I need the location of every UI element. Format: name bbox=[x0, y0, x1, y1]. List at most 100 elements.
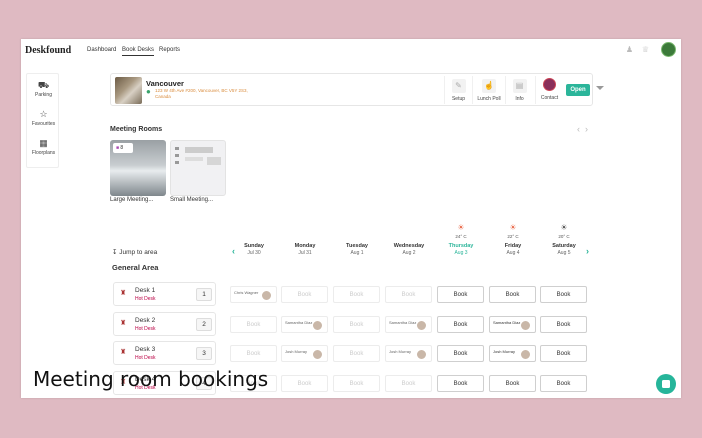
book-button[interactable]: Book bbox=[437, 286, 484, 303]
map-pin-icon: ● bbox=[146, 87, 151, 96]
booked-person: Samantha Diaz bbox=[493, 320, 521, 325]
day-name: Wednesday bbox=[393, 243, 425, 249]
booked-avatar bbox=[520, 349, 531, 360]
booked-person: Chris Wagner bbox=[234, 290, 259, 295]
jump-label: Jump to area bbox=[119, 249, 158, 256]
desk-card[interactable]: ♜ Desk 3 Hot Desk 3 bbox=[113, 341, 216, 365]
booking-cell[interactable]: Samantha Diaz bbox=[489, 316, 536, 333]
chevron-left-icon[interactable]: ‹ bbox=[577, 124, 580, 134]
weather-thursday: ☀ 24° C bbox=[435, 223, 487, 239]
desk-card[interactable]: ♜ Desk 2 Hot Desk 2 bbox=[113, 312, 216, 336]
desk-name: Desk 3 bbox=[135, 346, 156, 353]
desk-icon: ♜ bbox=[120, 290, 127, 297]
desk-icon: ♜ bbox=[120, 320, 127, 327]
chat-button[interactable] bbox=[656, 374, 676, 394]
floorplan-mark bbox=[175, 154, 179, 157]
nav-dashboard[interactable]: Dashboard bbox=[87, 47, 116, 53]
room-card-large[interactable]: ■ 8 bbox=[110, 140, 166, 196]
book-button: Book bbox=[281, 286, 328, 303]
info-button[interactable]: ▤ Info bbox=[505, 76, 533, 104]
book-button: Book bbox=[333, 286, 380, 303]
floorplan-mark bbox=[185, 147, 213, 153]
book-button[interactable]: Book bbox=[437, 345, 484, 362]
booked-person: Josh Murray bbox=[493, 349, 516, 354]
meeting-rooms-title: Meeting Rooms bbox=[110, 126, 163, 133]
weather-friday: ☀ 22° C bbox=[487, 223, 539, 239]
floorplan-mark bbox=[175, 161, 179, 164]
trophy-icon[interactable]: ♕ bbox=[641, 45, 650, 54]
pencil-icon: ✎ bbox=[451, 79, 466, 93]
sidebar-item-floorplans[interactable]: ▦ Floorplans bbox=[27, 138, 60, 156]
chevron-down-icon[interactable] bbox=[596, 86, 604, 90]
book-button[interactable]: Book bbox=[437, 316, 484, 333]
booked-avatar bbox=[312, 349, 323, 360]
book-button[interactable]: Book bbox=[540, 375, 587, 392]
sidebar-item-label: Parking bbox=[35, 92, 52, 98]
contact-label: Contact bbox=[540, 95, 559, 101]
day-header-tuesday: Tuesday Aug 1 bbox=[331, 243, 383, 256]
desk-type: Hot Desk bbox=[135, 355, 156, 361]
book-button: Book bbox=[333, 375, 380, 392]
nav-reports[interactable]: Reports bbox=[159, 47, 180, 53]
weather-icon: ☀ bbox=[560, 223, 568, 232]
day-header-saturday: Saturday Aug 5 bbox=[538, 243, 590, 256]
sidebar-item-favourites[interactable]: ☆ Favourites bbox=[27, 109, 60, 127]
room-card-small[interactable] bbox=[170, 140, 226, 196]
desk-number: 1 bbox=[196, 288, 212, 301]
address-line-2: Canada bbox=[155, 93, 171, 99]
location-address[interactable]: 123 W 4th Ave #200, Vancouver, BC V5Y 2S… bbox=[155, 88, 275, 99]
location-photo bbox=[115, 77, 142, 104]
book-button[interactable]: Book bbox=[540, 345, 587, 362]
room-label[interactable]: Small Meeting... bbox=[170, 197, 213, 203]
book-button[interactable]: Book bbox=[540, 316, 587, 333]
booking-cell[interactable]: Josh Murray bbox=[281, 345, 328, 362]
arrow-down-icon: ↧ bbox=[112, 249, 118, 256]
booking-cell[interactable]: Samantha Diaz bbox=[385, 316, 432, 333]
sidebar-item-parking[interactable]: ⛟ Parking bbox=[27, 80, 60, 98]
app-logo[interactable]: Deskfound bbox=[25, 45, 71, 56]
day-header-sunday: Sunday Jul 30 bbox=[228, 243, 280, 256]
car-icon: ⛟ bbox=[37, 80, 50, 90]
day-date: Jul 30 bbox=[247, 250, 261, 256]
booked-person: Samantha Diaz bbox=[389, 320, 417, 325]
book-button: Book bbox=[230, 316, 277, 333]
setup-button[interactable]: ✎ Setup bbox=[444, 76, 472, 104]
user-avatar[interactable] bbox=[661, 42, 676, 57]
location-name: Vancouver bbox=[146, 79, 184, 88]
booking-cell[interactable]: Josh Murray bbox=[489, 345, 536, 362]
book-button: Book bbox=[230, 345, 277, 362]
book-button[interactable]: Book bbox=[540, 286, 587, 303]
day-date: Aug 5 bbox=[557, 250, 571, 256]
book-button: Book bbox=[281, 375, 328, 392]
room-capacity-badge: ■ 8 bbox=[113, 143, 133, 153]
weather-icon: ☀ bbox=[509, 223, 517, 232]
open-button[interactable]: Open bbox=[566, 84, 590, 96]
jump-to-area[interactable]: ↧ Jump to area bbox=[112, 248, 157, 256]
day-name: Saturday bbox=[552, 243, 576, 249]
floorplan-mark bbox=[175, 147, 179, 150]
booked-avatar bbox=[261, 290, 272, 301]
book-button[interactable]: Book bbox=[437, 375, 484, 392]
room-label[interactable]: Large Meeting... bbox=[110, 197, 153, 203]
day-name: Tuesday bbox=[346, 243, 368, 249]
book-button[interactable]: Book bbox=[489, 286, 536, 303]
sidebar-item-label: Favourites bbox=[31, 121, 56, 127]
app-window: Deskfound Dashboard Book Desks Reports ♟… bbox=[21, 39, 681, 398]
top-bar: Deskfound Dashboard Book Desks Reports ♟… bbox=[21, 39, 681, 61]
booking-cell[interactable]: Chris Wagner bbox=[230, 286, 277, 303]
nav-book-desks[interactable]: Book Desks bbox=[122, 47, 155, 56]
booking-cell[interactable]: Josh Murray bbox=[385, 345, 432, 362]
lunch-poll-button[interactable]: ☝ Lunch Poll bbox=[472, 76, 505, 104]
thumbs-up-icon: ☝ bbox=[482, 79, 496, 93]
desk-icon: ♜ bbox=[120, 349, 127, 356]
add-user-icon[interactable]: ♟ bbox=[625, 45, 634, 54]
booking-cell[interactable]: Samantha Diaz bbox=[281, 316, 328, 333]
sidebar-item-label: Floorplans bbox=[31, 150, 56, 156]
day-date: Aug 2 bbox=[402, 250, 416, 256]
desk-card[interactable]: ♜ Desk 1 Hot Desk 1 bbox=[113, 282, 216, 306]
book-button[interactable]: Book bbox=[489, 375, 536, 392]
floorplan-mark bbox=[207, 157, 221, 165]
contact-button[interactable]: Contact bbox=[535, 76, 563, 104]
lunch-poll-label: Lunch Poll bbox=[477, 96, 501, 102]
chevron-right-icon[interactable]: › bbox=[585, 124, 588, 134]
